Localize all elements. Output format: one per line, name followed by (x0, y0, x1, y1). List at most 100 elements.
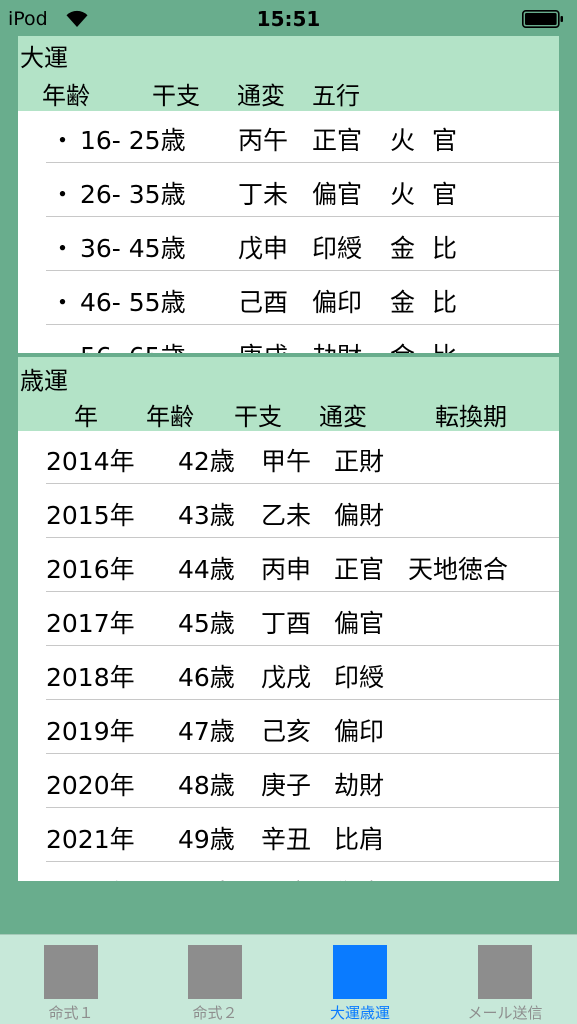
saiun-tsuhen: 印綬 (334, 663, 385, 692)
row-separator (46, 537, 559, 538)
saiun-row[interactable]: 2022年 50歳 壬寅 傷官 (18, 874, 559, 881)
saiun-section-header: 歳運 年 年齢 干支 通変 転換期 (18, 357, 559, 433)
taiun-kanshi: 己酉 (238, 288, 289, 317)
taiun-bullet: ・ (50, 126, 76, 155)
saiun-age: 44歳 (178, 555, 235, 584)
status-bar: iPod 15:51 (0, 0, 577, 36)
saiun-age: 42歳 (178, 447, 235, 476)
saiun-header-age: 年齢 (146, 403, 194, 431)
saiun-kanshi: 丙申 (261, 555, 312, 584)
saiun-kanshi: 辛丑 (261, 825, 312, 854)
tab-label: 命式２ (192, 1004, 238, 1022)
saiun-age: 43歳 (178, 501, 235, 530)
tab-bar: 命式１ 命式２ 大運歳運 メール送信 (0, 934, 577, 1024)
taiun-section-header: 大運 年齢 干支 通変 五行 (18, 36, 559, 113)
taiun-age: 16- 25歳 (80, 126, 186, 155)
tab-meishiki-2[interactable]: 命式２ (160, 935, 270, 1024)
taiun-list[interactable]: ・ 16- 25歳 丙午 正官火官・ 26- 35歳 丁未 偏官火官・ 36- 45歳 戊申 印綬… (18, 113, 559, 353)
placeholder-square-icon (44, 945, 98, 999)
tab-label: 大運歳運 (329, 1004, 390, 1022)
saiun-kanshi: 乙未 (261, 501, 312, 530)
saiun-tsuhen: 傷官 (334, 874, 384, 881)
saiun-row[interactable]: 2021年 49歳 辛丑 比肩 (18, 820, 559, 874)
tab-meishiki-1[interactable]: 命式１ (16, 935, 126, 1024)
saiun-tsuhen: 偏財 (334, 501, 385, 530)
taiun-tsuhen: 偏官 (312, 180, 363, 209)
taiun-row[interactable]: ・ 46- 55歳 己酉 偏印金比 (18, 283, 559, 337)
row-separator (46, 483, 559, 484)
saiun-age: 45歳 (178, 609, 235, 638)
taiun-row[interactable]: ・ 16- 25歳 丙午 正官火官 (18, 121, 559, 175)
row-separator (46, 753, 559, 754)
saiun-kanshi: 戊戌 (261, 663, 312, 692)
saiun-tsuhen: 比肩 (334, 825, 385, 854)
taiun-tsuhen: 印綬 (312, 234, 363, 263)
row-separator (46, 270, 559, 271)
saiun-header-tsuhen: 通変 (319, 403, 367, 431)
battery-icon (522, 10, 563, 28)
status-time: 15:51 (256, 7, 321, 31)
taiun-row[interactable]: ・ 26- 35歳 丁未 偏官火官 (18, 175, 559, 229)
taiun-gogyo: 火 (390, 180, 416, 209)
taiun-header-kanshi: 干支 (152, 82, 200, 110)
taiun-title: 大運 (20, 44, 68, 72)
taiun-age: 26- 35歳 (80, 180, 186, 209)
saiun-row[interactable]: 2015年 43歳 乙未 偏財 (18, 496, 559, 550)
saiun-list[interactable]: 2014年 42歳 甲午 正財 2015年 43歳 乙未 偏財 2016年 44歳 丙申 正官 天地徳合… (18, 433, 559, 881)
saiun-year: 2022年 (46, 874, 135, 881)
tab-taiun-saiun[interactable]: 大運歳運 (305, 935, 415, 1024)
taiun-kanshi: 丁未 (238, 180, 289, 209)
taiun-bullet: ・ (50, 234, 76, 263)
row-separator (46, 162, 559, 163)
saiun-row[interactable]: 2016年 44歳 丙申 正官 天地徳合 (18, 550, 559, 604)
saiun-row[interactable]: 2014年 42歳 甲午 正財 (18, 442, 559, 496)
placeholder-square-icon (478, 945, 532, 999)
placeholder-square-icon (188, 945, 242, 999)
taiun-gogyo: 金 (390, 337, 415, 353)
saiun-year: 2020年 (46, 771, 135, 800)
taiun-gogyo-relation: 比 (432, 288, 458, 317)
saiun-kanshi: 庚子 (261, 771, 312, 800)
taiun-kanshi: 丙午 (238, 126, 289, 155)
taiun-row[interactable]: ・ 36- 45歳 戊申 印綬金比 (18, 229, 559, 283)
row-separator (46, 591, 559, 592)
taiun-bullet: ・ (50, 180, 76, 209)
saiun-year: 2018年 (46, 663, 135, 692)
saiun-row[interactable]: 2018年 46歳 戊戌 印綬 (18, 658, 559, 712)
saiun-title: 歳運 (20, 367, 68, 395)
row-separator (46, 699, 559, 700)
taiun-age: 56- 65歳 (80, 337, 186, 353)
taiun-gogyo-relation: 比 (432, 234, 458, 263)
placeholder-square-icon (333, 945, 387, 999)
row-separator (46, 861, 559, 862)
taiun-row[interactable]: ・ 56- 65歳 庚戌 劫財 金 比 (18, 337, 559, 353)
saiun-row[interactable]: 2019年 47歳 己亥 偏印 (18, 712, 559, 766)
saiun-kanshi: 甲午 (261, 447, 312, 476)
taiun-age: 36- 45歳 (80, 234, 186, 263)
saiun-year: 2021年 (46, 825, 135, 854)
taiun-header-age: 年齢 (42, 82, 90, 110)
saiun-age: 49歳 (178, 825, 235, 854)
taiun-kanshi: 戊申 (238, 234, 289, 263)
saiun-year: 2016年 (46, 555, 135, 584)
saiun-row[interactable]: 2017年 45歳 丁酉 偏官 (18, 604, 559, 658)
saiun-kanshi: 己亥 (261, 717, 312, 746)
taiun-header-gogyo: 五行 (312, 82, 360, 110)
saiun-age: 47歳 (178, 717, 235, 746)
taiun-bullet: ・ (50, 337, 75, 353)
row-separator (46, 216, 559, 217)
taiun-header-tsuhen: 通変 (237, 82, 285, 110)
saiun-row[interactable]: 2020年 48歳 庚子 劫財 (18, 766, 559, 820)
saiun-year: 2014年 (46, 447, 135, 476)
saiun-kanshi: 丁酉 (261, 609, 312, 638)
saiun-age: 48歳 (178, 771, 235, 800)
tab-label: メール送信 (467, 1004, 543, 1022)
taiun-kanshi: 庚戌 (238, 337, 288, 353)
taiun-bullet: ・ (50, 288, 76, 317)
tab-mail[interactable]: メール送信 (450, 935, 560, 1024)
saiun-year: 2015年 (46, 501, 135, 530)
saiun-tsuhen: 劫財 (334, 771, 385, 800)
saiun-tsuhen: 偏官 (334, 609, 385, 638)
saiun-tsuhen: 正官 (334, 555, 385, 584)
taiun-tsuhen: 劫財 (312, 337, 362, 353)
